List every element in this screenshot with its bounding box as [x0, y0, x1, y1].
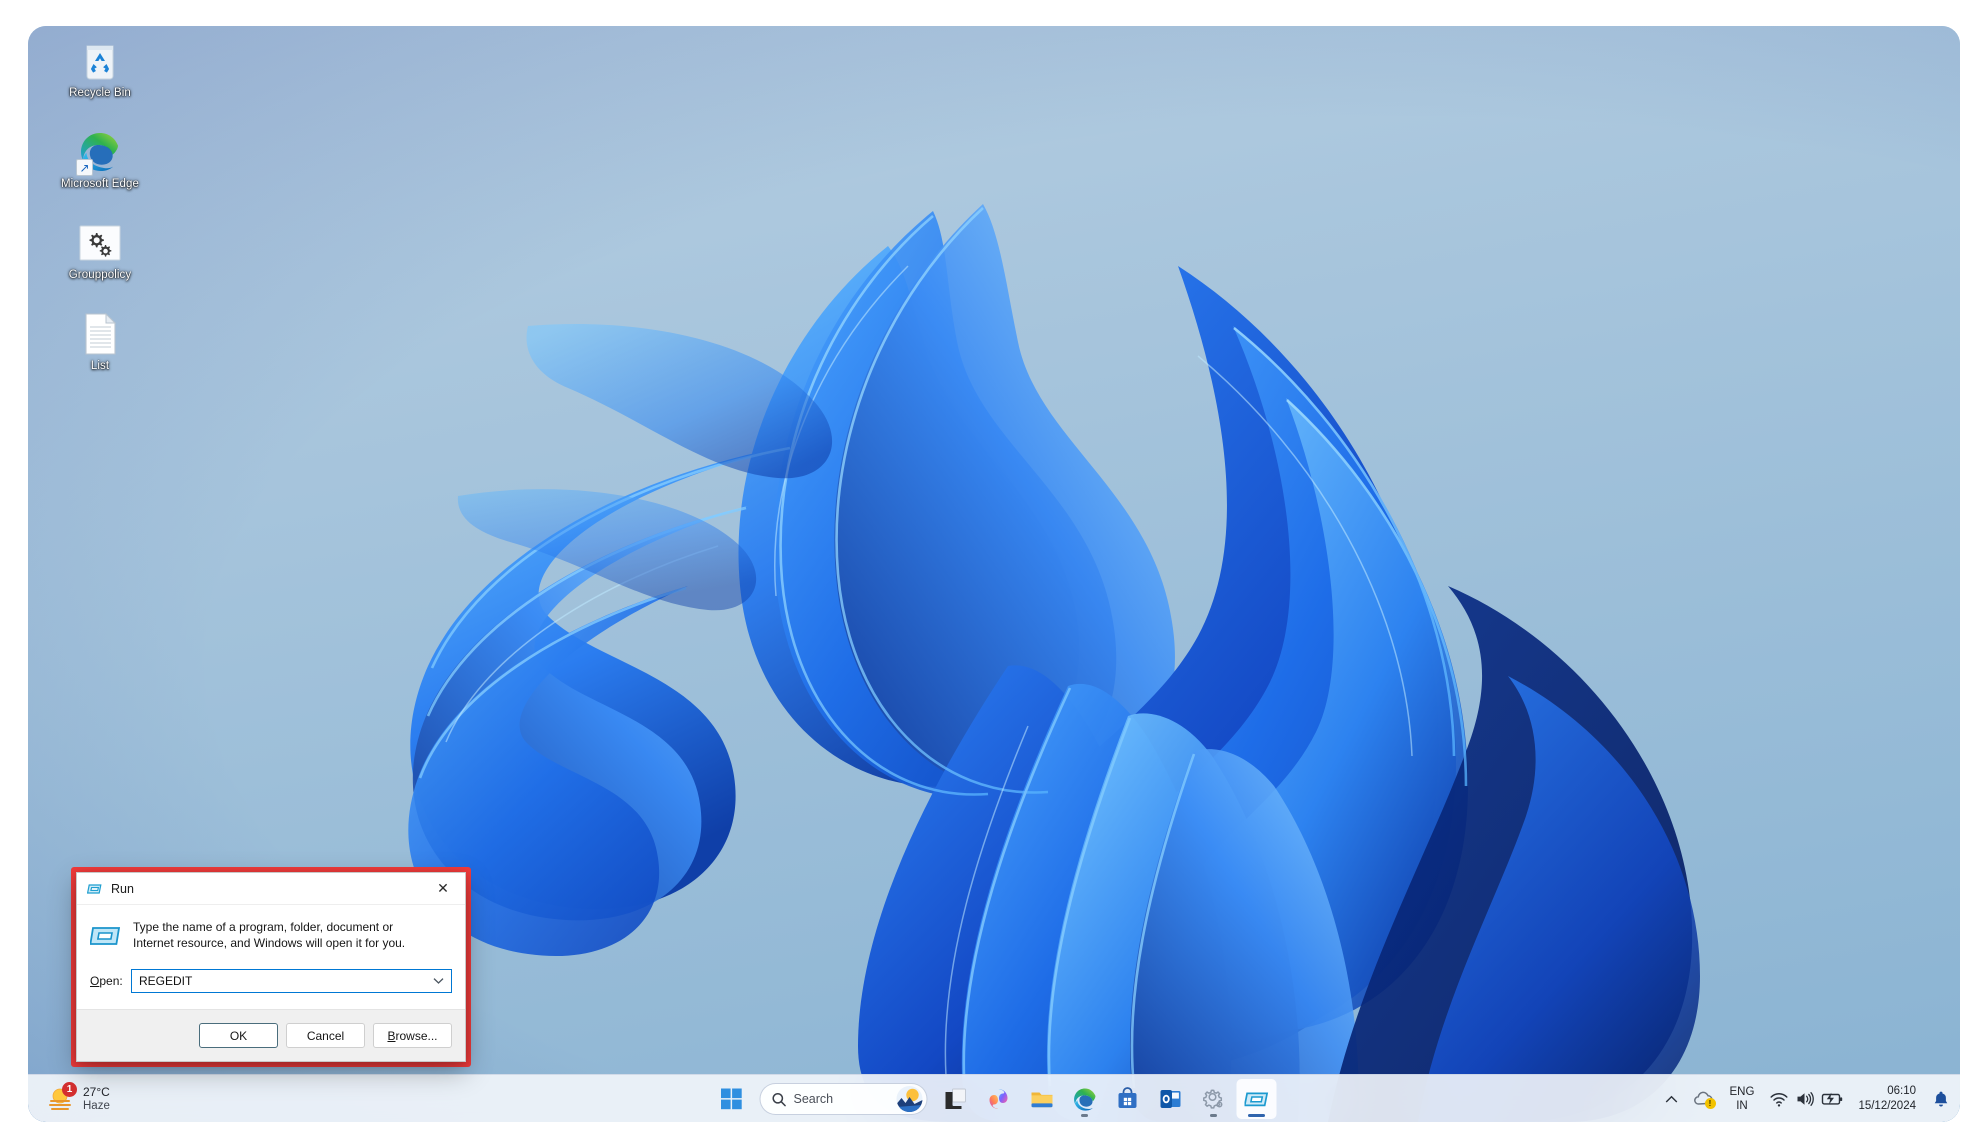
run-dialog-title: Run	[111, 881, 134, 896]
task-view-button[interactable]	[936, 1079, 976, 1119]
search-image-thumbnail	[896, 1086, 923, 1112]
run-dialog: Run ✕ Type the name of a program, folder…	[76, 872, 466, 1062]
desktop-screen: Recycle Bin ↗ Microsoft Edge Grouppolicy…	[28, 26, 1960, 1122]
search-placeholder: Search	[793, 1092, 834, 1106]
run-description-text: Type the name of a program, folder, docu…	[133, 920, 406, 950]
language-indicator[interactable]: ENG IN	[1723, 1080, 1762, 1118]
warning-badge: !	[1704, 1098, 1716, 1109]
copilot-button[interactable]	[979, 1079, 1019, 1119]
onedrive-status-button[interactable]: !	[1686, 1080, 1722, 1118]
weather-text: 27°C Haze	[83, 1085, 110, 1113]
weather-widget-button[interactable]: 1 27°C Haze	[38, 1078, 120, 1120]
windows-logo-icon	[721, 1088, 742, 1110]
open-input-value[interactable]: REGEDIT	[139, 974, 427, 988]
taskbar: 1 27°C Haze Search ! ENG IN 06:10 15/12/…	[28, 1074, 1960, 1122]
run-dialog-footer: OK Cancel Browse...	[77, 1009, 465, 1061]
clock-button[interactable]: 06:10 15/12/2024	[1851, 1084, 1925, 1114]
ok-button[interactable]: OK	[199, 1023, 278, 1048]
tray-overflow-button[interactable]	[1658, 1080, 1685, 1118]
run-taskbar-button[interactable]	[1236, 1079, 1277, 1119]
clock-date: 15/12/2024	[1858, 1100, 1916, 1112]
outlook-button[interactable]	[1151, 1079, 1191, 1119]
weather-notification-badge: 1	[62, 1082, 77, 1097]
speaker-icon	[1797, 1092, 1815, 1106]
haze-sun-icon: 1	[46, 1082, 77, 1113]
task-view-icon	[945, 1088, 966, 1109]
run-window-icon	[1244, 1092, 1268, 1106]
search-icon	[772, 1092, 786, 1106]
shortcut-arrow-icon: ↗	[76, 159, 93, 176]
system-tray: ! ENG IN 06:10 15/12/2024	[1658, 1075, 1956, 1122]
clock-time: 06:10	[1887, 1085, 1916, 1097]
battery-charging-icon	[1822, 1092, 1843, 1105]
outlook-icon	[1160, 1090, 1181, 1108]
search-input[interactable]: Search	[759, 1083, 928, 1115]
microsoft-store-button[interactable]	[1108, 1079, 1148, 1119]
desktop-icon-label: Microsoft Edge	[60, 178, 140, 190]
copilot-icon	[989, 1089, 1008, 1109]
running-indicator	[1210, 1114, 1217, 1117]
desktop-icon-recycle-bin[interactable]: Recycle Bin	[38, 32, 162, 118]
store-icon	[1118, 1087, 1137, 1108]
desktop-icon-microsoft-edge[interactable]: ↗ Microsoft Edge	[38, 123, 162, 209]
start-button[interactable]	[712, 1079, 752, 1119]
active-window-indicator	[1248, 1114, 1265, 1117]
close-icon[interactable]: ✕	[421, 873, 465, 905]
settings-gear-icon	[1203, 1089, 1223, 1109]
quick-settings-button[interactable]	[1762, 1080, 1850, 1118]
cancel-button[interactable]: Cancel	[286, 1023, 365, 1048]
edge-icon	[1073, 1088, 1095, 1111]
edge-shortcut-icon: ↗	[76, 129, 123, 176]
edge-button[interactable]	[1065, 1079, 1105, 1119]
desktop-icon-label: Grouppolicy	[68, 269, 132, 281]
run-dialog-titlebar[interactable]: Run ✕	[77, 873, 465, 905]
run-dialog-body: Type the name of a program, folder, docu…	[77, 905, 465, 1009]
running-indicator	[1081, 1114, 1088, 1117]
desktop-icon-label: List	[90, 360, 110, 372]
folder-icon	[1031, 1092, 1052, 1107]
language-primary: ENG	[1729, 1086, 1755, 1098]
desktop-icon-label: Recycle Bin	[69, 87, 131, 99]
file-explorer-button[interactable]	[1022, 1079, 1062, 1119]
desktop-icon-grouppolicy[interactable]: Grouppolicy	[38, 214, 162, 300]
weather-condition: Haze	[83, 1100, 110, 1112]
run-window-icon	[86, 881, 103, 897]
notification-center-button[interactable]	[1926, 1080, 1956, 1118]
wifi-icon	[1770, 1093, 1788, 1107]
recycle-bin-icon	[77, 38, 123, 84]
run-description-row: Type the name of a program, folder, docu…	[89, 919, 452, 952]
open-combobox[interactable]: REGEDIT	[131, 969, 452, 993]
bell-icon	[1934, 1091, 1948, 1107]
chevron-up-icon	[1665, 1095, 1677, 1102]
chevron-down-icon[interactable]	[427, 970, 449, 992]
open-label: Open:	[90, 974, 123, 988]
desktop-icon-list: Recycle Bin ↗ Microsoft Edge Grouppolicy…	[38, 32, 162, 396]
run-open-row: Open: REGEDIT	[90, 969, 452, 993]
taskbar-center-cluster: Search	[712, 1075, 1277, 1122]
group-policy-icon	[77, 220, 123, 266]
desktop-icon-list[interactable]: List	[38, 305, 162, 391]
text-document-icon	[77, 311, 123, 357]
language-secondary: IN	[1736, 1100, 1748, 1112]
run-app-icon	[89, 920, 122, 952]
weather-temperature: 27°C	[83, 1085, 110, 1099]
settings-button[interactable]	[1194, 1079, 1234, 1119]
browse-button[interactable]: Browse...	[373, 1023, 452, 1048]
